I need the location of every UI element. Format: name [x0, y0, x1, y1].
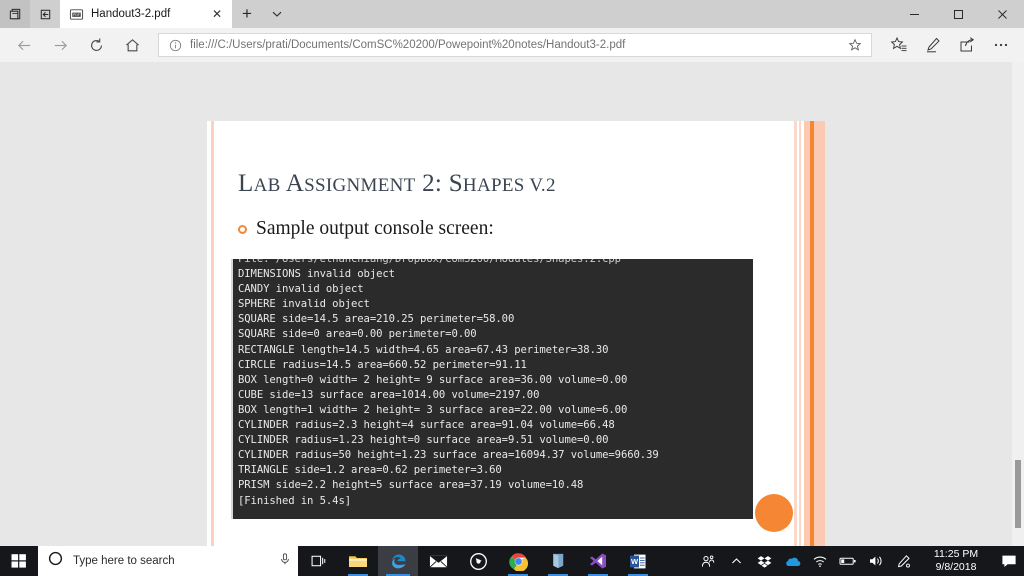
title-part-s: S — [448, 170, 463, 197]
home-icon[interactable] — [114, 30, 150, 60]
add-to-favorites-icon[interactable] — [882, 30, 916, 60]
refresh-icon[interactable] — [78, 30, 114, 60]
onedrive-icon[interactable] — [778, 555, 806, 568]
address-bar[interactable]: file:///C:/Users/prati/Documents/ComSC%2… — [158, 33, 872, 57]
slide-accent-stripe-3 — [804, 121, 825, 546]
svg-text:PDF: PDF — [73, 13, 80, 17]
console-output-line: BOX length=1 width= 2 height= 3 surface … — [238, 403, 628, 416]
scrollbar-thumb[interactable] — [1015, 460, 1021, 528]
pen-workspace-icon[interactable] — [890, 554, 918, 569]
screen: PDF Handout3-2.pdf ✕ + file:///C:/Users/… — [0, 0, 1024, 576]
console-output-line: CYLINDER radius=1.23 height=0 surface ar… — [238, 434, 609, 447]
console-output-line: [Finished in 5.4s] — [238, 494, 352, 507]
window-controls — [892, 0, 1024, 28]
title-part-a: A — [285, 170, 305, 197]
address-bar-url: file:///C:/Users/prati/Documents/ComSC%2… — [190, 39, 626, 51]
sticky-notes-icon[interactable] — [538, 546, 578, 576]
orange-circle-shape — [755, 494, 793, 532]
slide-accent-stripe-2 — [799, 121, 801, 546]
console-output-line: SPHERE invalid object — [238, 298, 370, 311]
title-part-l: L — [238, 170, 254, 197]
console-output-line: BOX length=0 width= 2 height= 9 surface … — [238, 373, 628, 386]
tab-title: Handout3-2.pdf — [91, 8, 171, 20]
console-output-line: RECTANGLE length=14.5 width=4.65 area=67… — [238, 343, 609, 356]
task-view-icon[interactable] — [298, 546, 338, 576]
windows-taskbar: Type here to search W 11:25 PM 9/8/2018 — [0, 546, 1024, 576]
microsoft-word-icon[interactable]: W — [618, 546, 658, 576]
console-output-line: TRIANGLE side=1.2 area=0.62 perimeter=3.… — [238, 464, 502, 477]
site-info-icon[interactable] — [167, 37, 183, 53]
page-title: LAB ASSIGNMENT 2: SHAPES V.2 — [238, 170, 556, 198]
console-output-line: CIRCLE radius=14.5 area=660.52 perimeter… — [238, 358, 527, 371]
battery-icon[interactable] — [834, 555, 862, 567]
slide-accent-stripe-1 — [794, 121, 797, 546]
add-notes-icon[interactable] — [916, 30, 950, 60]
mail-icon[interactable] — [418, 546, 458, 576]
microsoft-edge-icon[interactable] — [378, 546, 418, 576]
console-output-line: SQUARE side=14.5 area=210.25 perimeter=5… — [238, 313, 515, 326]
bullet-circle-icon — [238, 224, 247, 234]
slide-bullet-label: Sample output console screen: — [256, 218, 494, 239]
svg-text:W: W — [631, 557, 639, 566]
slide-left-accent-stripe — [211, 121, 214, 546]
clock-time: 11:25 PM — [933, 548, 979, 560]
forward-arrow-icon[interactable] — [42, 30, 78, 60]
title-part-ab: AB — [253, 175, 281, 196]
search-input[interactable]: Type here to search — [38, 546, 298, 576]
microphone-icon[interactable] — [278, 552, 292, 571]
console-output-line: CANDY invalid object — [238, 283, 364, 296]
new-tab-button[interactable]: + — [232, 0, 262, 28]
google-chrome-icon[interactable] — [498, 546, 538, 576]
dropbox-icon[interactable] — [750, 554, 778, 569]
back-arrow-icon[interactable] — [6, 30, 42, 60]
show-hidden-icons-chevron-icon[interactable] — [722, 555, 750, 568]
maximize-button[interactable] — [936, 0, 980, 28]
visual-studio-icon[interactable] — [578, 546, 618, 576]
taskbar-clock[interactable]: 11:25 PM 9/8/2018 — [918, 548, 994, 574]
tab-strip: PDF Handout3-2.pdf ✕ + — [0, 0, 1024, 28]
share-icon[interactable] — [950, 30, 984, 60]
browser-tab[interactable]: PDF Handout3-2.pdf ✕ — [60, 0, 232, 28]
console-output-line: CYLINDER radius=50 height=1.23 surface a… — [238, 449, 659, 462]
windows-start-icon[interactable] — [0, 546, 38, 576]
title-part-hapes: HAPES — [462, 175, 525, 196]
title-part-number: 2: — [415, 170, 449, 197]
console-output-line: PRISM side=2.2 height=5 surface area=37.… — [238, 479, 584, 492]
star-icon[interactable] — [845, 35, 865, 55]
console-output-line: CUBE side=13 surface area=1014.00 volume… — [238, 388, 540, 401]
pdf-document-icon: PDF — [69, 7, 84, 22]
close-button[interactable] — [980, 0, 1024, 28]
console-output-line: CYLINDER radius=2.3 height=4 surface are… — [238, 419, 615, 432]
close-tab-icon[interactable]: ✕ — [208, 5, 226, 23]
title-part-version: V.2 — [524, 175, 556, 196]
chevron-down-icon[interactable] — [262, 0, 292, 28]
volume-icon[interactable] — [862, 554, 890, 568]
search-placeholder: Type here to search — [73, 555, 175, 567]
people-icon[interactable] — [694, 554, 722, 569]
console-output-image: File: /Users/ethanchiang/Dropbox/ComS200… — [231, 259, 753, 519]
slide-accent-stripe-4 — [810, 121, 814, 546]
wifi-icon[interactable] — [806, 554, 834, 568]
media-player-icon[interactable] — [458, 546, 498, 576]
cortana-circle-icon — [48, 551, 63, 571]
set-tabs-aside-icon[interactable] — [0, 0, 30, 28]
file-explorer-icon[interactable] — [338, 546, 378, 576]
edge-browser-window: PDF Handout3-2.pdf ✕ + file:///C:/Users/… — [0, 0, 1024, 546]
pdf-viewer-viewport[interactable]: LAB ASSIGNMENT 2: SHAPES V.2 Sample outp… — [0, 62, 1024, 546]
clock-date: 9/8/2018 — [935, 561, 977, 573]
slide-bullet: Sample output console screen: — [238, 218, 494, 240]
system-tray: 11:25 PM 9/8/2018 — [694, 546, 1024, 576]
navigation-bar: file:///C:/Users/prati/Documents/ComSC%2… — [0, 28, 1024, 62]
pdf-page: LAB ASSIGNMENT 2: SHAPES V.2 Sample outp… — [207, 121, 825, 546]
console-output-line: File: /Users/ethanchiang/Dropbox/ComS200… — [238, 259, 621, 265]
console-output-line: SQUARE side=0 area=0.00 perimeter=0.00 — [238, 328, 477, 341]
minimize-button[interactable] — [892, 0, 936, 28]
vertical-scrollbar[interactable] — [1012, 62, 1024, 546]
title-part-ssignment: SSIGNMENT — [304, 175, 416, 196]
more-options-icon[interactable] — [984, 30, 1018, 60]
restore-tabs-aside-icon[interactable] — [30, 0, 60, 28]
console-output-line: DIMENSIONS invalid object — [238, 268, 395, 281]
action-center-icon[interactable] — [994, 554, 1024, 569]
